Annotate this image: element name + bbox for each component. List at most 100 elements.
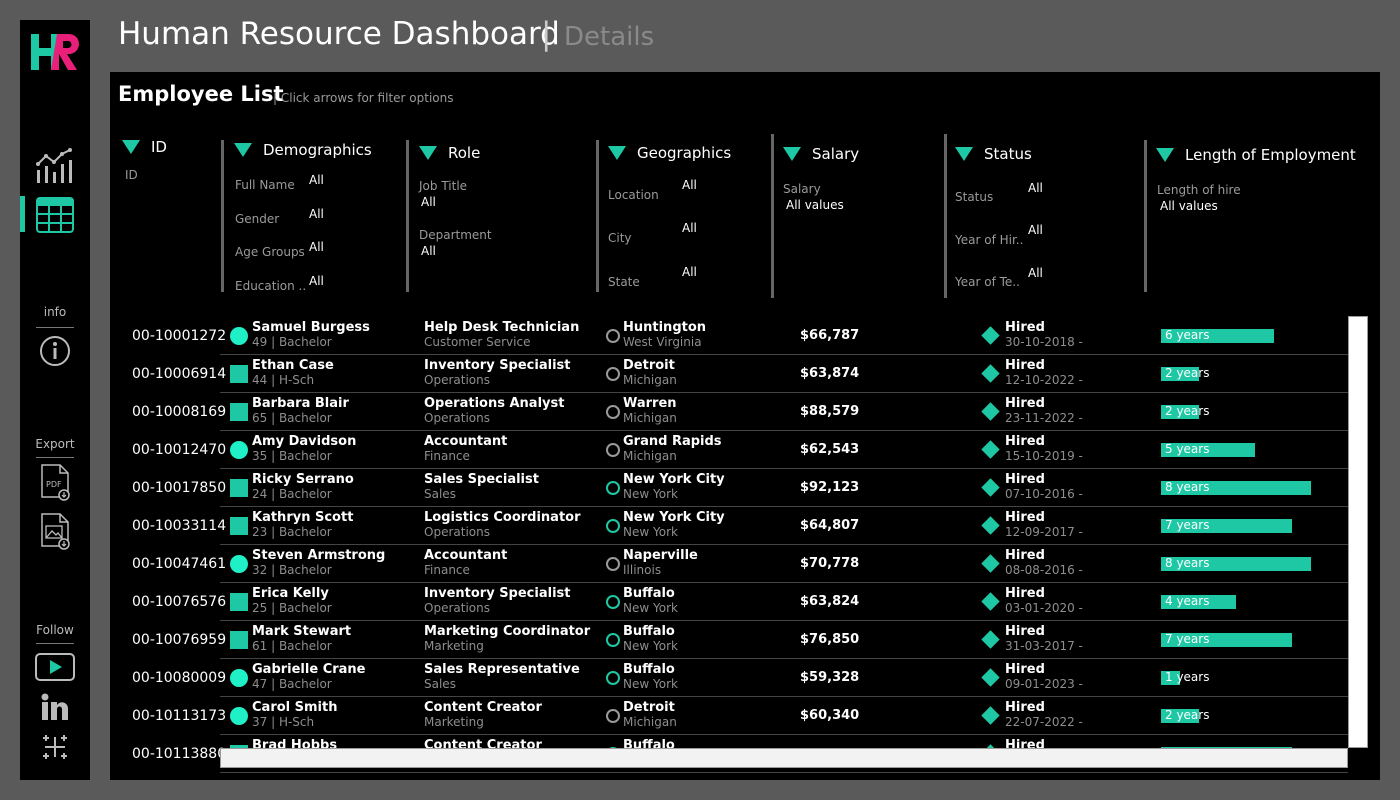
table-icon[interactable] [35, 196, 75, 234]
filter-label: Department [419, 228, 492, 242]
youtube-icon[interactable] [35, 648, 75, 686]
filter-length-range[interactable]: All values [1160, 199, 1218, 213]
filter-full-name-select[interactable]: All [309, 173, 324, 187]
gender-square-icon [230, 631, 248, 649]
status: Hired [1005, 434, 1045, 449]
table-row[interactable]: 00-10047461 Steven Armstrong 32 | Bachelor… [110, 545, 1350, 583]
filter-role-header[interactable]: Role [419, 144, 480, 162]
filter-status-select[interactable]: All [1028, 181, 1043, 195]
state: West Virginia [623, 335, 702, 349]
table-row[interactable]: 00-10006914 Ethan Case 44 | H-Sch Inventory… [110, 355, 1350, 393]
job-title: Content Creator [424, 700, 542, 715]
filter-label: Status [955, 190, 994, 204]
filter-demographics-header[interactable]: Demographics [234, 141, 372, 159]
filter-dept-select[interactable]: All [421, 244, 436, 258]
table-row[interactable]: 00-10080009 Gabrielle Crane 47 | Bachelor S… [110, 659, 1350, 697]
status: Hired [1005, 320, 1045, 335]
hire-date: 22-07-2022 - [1005, 715, 1083, 729]
horizontal-scrollbar[interactable] [220, 748, 1348, 768]
salary: $59,328 [800, 670, 860, 685]
table-row[interactable]: 00-10008169 Barbara Blair 65 | Bachelor Ope… [110, 393, 1350, 431]
filter-geo-header[interactable]: Geographics [608, 144, 731, 162]
filter-gender-select[interactable]: All [309, 207, 324, 221]
sidebar-divider [36, 643, 74, 644]
location-circle-icon [606, 595, 620, 609]
info-icon[interactable] [35, 332, 75, 370]
employee-status-cell: Hired 03-01-2020 - [1005, 586, 1083, 615]
state: Michigan [623, 373, 677, 387]
filter-arrow-icon[interactable] [234, 143, 252, 157]
table-row[interactable]: 00-10001272 Samuel Burgess 49 | Bachelor He… [110, 317, 1350, 355]
filter-label: Age Groups [235, 245, 305, 259]
image-export-icon[interactable] [35, 512, 75, 550]
employee-geo-cell: Buffalo New York [623, 662, 678, 691]
salary: $60,340 [800, 708, 860, 723]
table-row[interactable]: 00-10012470 Amy Davidson 35 | Bachelor Acco… [110, 431, 1350, 469]
filter-term-year-select[interactable]: All [1028, 266, 1043, 280]
department: Customer Service [424, 335, 531, 349]
svg-text:PDF: PDF [46, 480, 62, 489]
filter-arrow-icon[interactable] [122, 140, 140, 154]
employee-name-cell: Ethan Case 44 | H-Sch [252, 358, 334, 387]
employee-age: 24 [252, 487, 268, 501]
filter-age-select[interactable]: All [309, 240, 324, 254]
employee-role-cell: Inventory Specialist Operations [424, 586, 570, 615]
employee-status-cell: Hired 31-03-2017 - [1005, 624, 1083, 653]
location-circle-icon [606, 329, 620, 343]
table-row[interactable]: 00-10113173 Carol Smith 37 | H-Sch Content … [110, 697, 1350, 735]
filter-length-header[interactable]: Length of Employment [1156, 146, 1356, 164]
filter-label: City [608, 231, 632, 245]
filter-state-select[interactable]: All [682, 265, 697, 279]
pdf-export-icon[interactable]: PDF [35, 463, 75, 501]
filter-location-select[interactable]: All [682, 178, 697, 192]
filter-status-header[interactable]: Status [955, 145, 1032, 163]
gender-circle-icon [230, 707, 248, 725]
filter-arrow-icon[interactable] [955, 147, 973, 161]
state: Michigan [623, 449, 677, 463]
sidebar-divider [36, 327, 74, 328]
filter-salary-title: Salary [812, 145, 860, 163]
state: New York [623, 525, 678, 539]
filter-arrow-icon[interactable] [608, 146, 626, 160]
employee-education: Bachelor [278, 335, 332, 349]
city: Detroit [623, 358, 675, 373]
filter-arrow-icon[interactable] [419, 146, 437, 160]
length-label: 5 years [1165, 442, 1210, 456]
table-row[interactable]: 00-10033114 Kathryn Scott 23 | Bachelor Log… [110, 507, 1350, 545]
employee-age-edu: 49 | Bachelor [252, 335, 332, 349]
department: Finance [424, 563, 470, 577]
table-row[interactable]: 00-10017850 Ricky Serrano 24 | Bachelor Sal… [110, 469, 1350, 507]
status-diamond-icon [981, 478, 1000, 497]
tableau-icon[interactable] [35, 728, 75, 766]
hire-date: 23-11-2022 - [1005, 411, 1083, 425]
length-label: 2 years [1165, 366, 1210, 380]
filter-salary-range[interactable]: All values [786, 198, 844, 212]
salary: $66,787 [800, 328, 860, 343]
employee-name: Barbara Blair [252, 396, 349, 411]
table-row[interactable]: 00-10076959 Mark Stewart 61 | Bachelor Mark… [110, 621, 1350, 659]
line-chart-icon[interactable] [35, 146, 75, 184]
status-diamond-icon [981, 554, 1000, 573]
salary: $70,778 [800, 556, 860, 571]
employee-geo-cell: Detroit Michigan [623, 358, 677, 387]
filter-salary-header[interactable]: Salary [783, 145, 859, 163]
linkedin-icon[interactable] [35, 688, 75, 726]
filter-hire-year-select[interactable]: All [1028, 223, 1043, 237]
employee-geo-cell: Buffalo New York [623, 624, 678, 653]
filter-city-select[interactable]: All [682, 221, 697, 235]
length-label: 1 years [1165, 670, 1210, 684]
filter-id-header[interactable]: ID [122, 138, 167, 156]
hire-date: 30-10-2018 - [1005, 335, 1083, 349]
filter-arrow-icon[interactable] [1156, 148, 1174, 162]
filter-education-select[interactable]: All [309, 274, 324, 288]
city: Naperville [623, 548, 698, 563]
filter-arrow-icon[interactable] [783, 147, 801, 161]
length-label: 7 years [1165, 518, 1210, 532]
status: Hired [1005, 662, 1045, 677]
state: New York [623, 677, 678, 691]
vertical-scrollbar[interactable] [1348, 316, 1368, 748]
table-row[interactable]: 00-10076576 Erica Kelly 25 | Bachelor Inven… [110, 583, 1350, 621]
employee-name: Mark Stewart [252, 624, 352, 639]
filter-job-select[interactable]: All [421, 195, 436, 209]
gender-square-icon [230, 403, 248, 421]
